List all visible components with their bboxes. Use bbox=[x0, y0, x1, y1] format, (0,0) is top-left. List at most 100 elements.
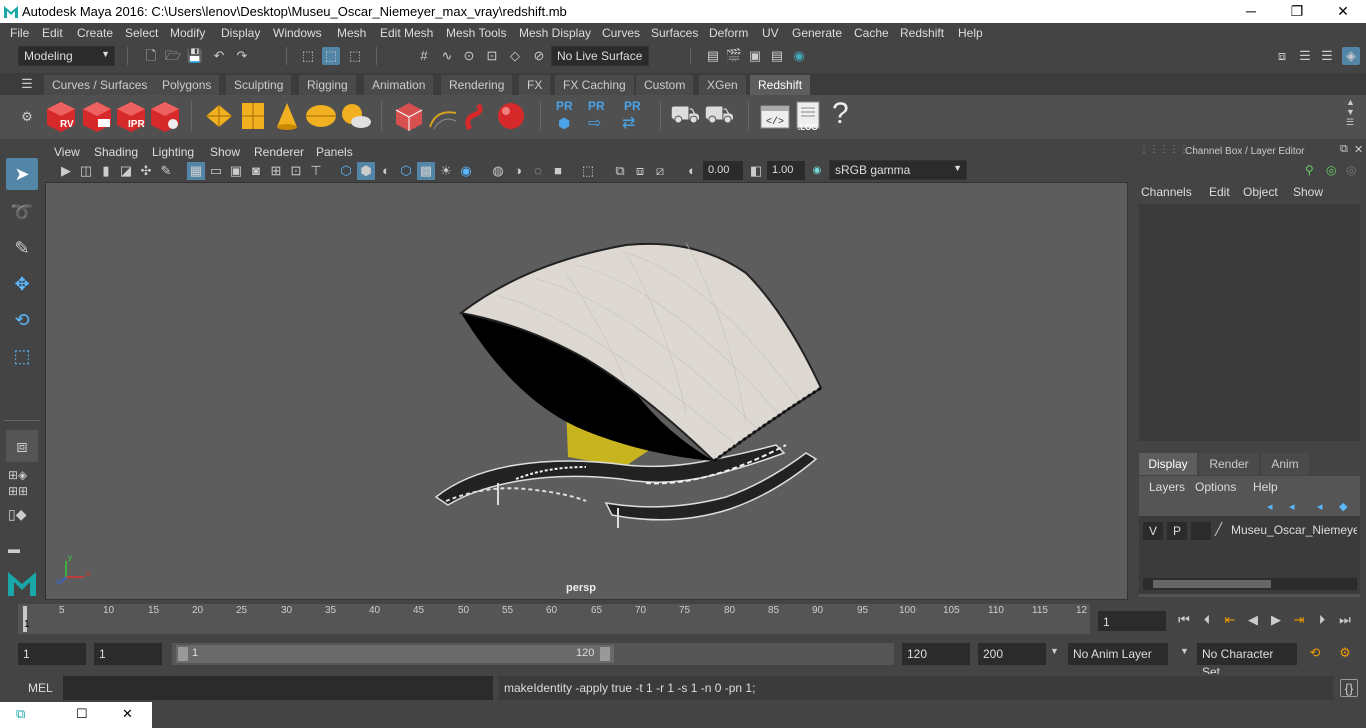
minimized-window[interactable]: ⧉ ☐ ✕ bbox=[0, 702, 152, 728]
four-view-layout-icon[interactable]: ⊞◈ bbox=[8, 468, 27, 482]
perspective-viewport[interactable]: y x z persp bbox=[45, 182, 1128, 600]
textured-icon[interactable]: ▩ bbox=[417, 162, 435, 180]
wireframe-icon[interactable]: ⬡ bbox=[337, 162, 355, 180]
tab-fx[interactable]: FX bbox=[519, 75, 552, 95]
scene-model[interactable] bbox=[46, 183, 1129, 601]
float-panel-icon[interactable]: ⧉ bbox=[1340, 143, 1348, 156]
chevron-down-icon[interactable]: ▼ bbox=[1180, 646, 1189, 656]
proxy-import-icon[interactable]: ⇨ bbox=[588, 113, 601, 133]
play-forwards-icon[interactable]: ▶ bbox=[1267, 611, 1285, 629]
tab-rigging[interactable]: Rigging bbox=[299, 75, 357, 95]
shadows-icon[interactable]: ◉ bbox=[457, 162, 475, 180]
tab-sculpting[interactable]: Sculpting bbox=[226, 75, 293, 95]
layer-playback-toggle[interactable]: P bbox=[1167, 522, 1187, 540]
two-view-layout-icon[interactable]: ⊞⊞ bbox=[8, 484, 28, 498]
wireframe-on-shaded-icon[interactable]: ◐ bbox=[377, 162, 395, 180]
menu-deform[interactable]: Deform bbox=[709, 26, 748, 40]
channel-box-toggle-icon[interactable]: ◎ bbox=[1326, 163, 1336, 177]
proxy-swap-icon[interactable]: ⇄ bbox=[622, 113, 635, 133]
tab-rendering[interactable]: Rendering bbox=[441, 75, 514, 95]
view-transform-selector[interactable]: sRGB gamma ▼ bbox=[829, 160, 967, 180]
tab-curves-surfaces[interactable]: Curves / Surfaces bbox=[44, 75, 157, 95]
antialias-icon[interactable]: ◌ bbox=[529, 162, 547, 180]
lasso-tool-icon[interactable]: ➰ bbox=[6, 196, 38, 228]
smooth-shade-icon[interactable]: ⬢ bbox=[357, 162, 375, 180]
tab-display[interactable]: Display bbox=[1139, 453, 1197, 475]
redshift-material-ball-icon[interactable] bbox=[494, 99, 528, 133]
menu-display[interactable]: Display bbox=[221, 26, 260, 40]
tab-xgen[interactable]: XGen bbox=[699, 75, 747, 95]
image-plane-icon[interactable]: ◪ bbox=[117, 162, 135, 180]
render-view-icon[interactable]: ▤ bbox=[768, 47, 786, 65]
cb-menu-edit[interactable]: Edit bbox=[1209, 185, 1230, 199]
render-frame-icon[interactable]: 🎬 bbox=[725, 47, 743, 65]
use-all-lights-icon[interactable]: ☀ bbox=[437, 162, 455, 180]
layer-type-toggle[interactable] bbox=[1191, 522, 1211, 540]
xray-joints-icon[interactable]: ⧉ bbox=[611, 162, 629, 180]
motion-blur-icon[interactable]: ◑ bbox=[509, 162, 527, 180]
redo-icon[interactable]: ↷ bbox=[233, 47, 251, 65]
range-slider-bar[interactable]: 1 120 bbox=[176, 645, 614, 663]
make-live-icon[interactable]: ⊘ bbox=[530, 47, 548, 65]
menu-surfaces[interactable]: Surfaces bbox=[651, 26, 698, 40]
safe-action-icon[interactable]: ⊡ bbox=[287, 162, 305, 180]
current-frame-field[interactable]: 1 bbox=[1098, 611, 1166, 631]
snap-projected-icon[interactable]: ⊡ bbox=[483, 47, 501, 65]
backface-icon[interactable]: ⧄ bbox=[651, 162, 669, 180]
channel-box-mute-icon[interactable]: ◎ bbox=[1346, 163, 1356, 177]
single-perspective-layout-icon[interactable]: ⧈ bbox=[6, 430, 38, 462]
menu-uv[interactable]: UV bbox=[762, 26, 779, 40]
attribute-editor-icon[interactable]: ☰ bbox=[1296, 47, 1314, 65]
render-settings-icon[interactable]: ▤ bbox=[704, 47, 722, 65]
step-forward-frame-icon[interactable]: ⏵ bbox=[1313, 611, 1331, 629]
step-back-frame-icon[interactable]: ⏴ bbox=[1198, 611, 1216, 629]
menu-select[interactable]: Select bbox=[125, 26, 158, 40]
menu-mesh-display[interactable]: Mesh Display bbox=[519, 26, 591, 40]
snap-view-plane-icon[interactable]: ◇ bbox=[506, 47, 524, 65]
menu-curves[interactable]: Curves bbox=[602, 26, 640, 40]
panel-menu-view[interactable]: View bbox=[54, 145, 80, 159]
snap-grid-icon[interactable]: # bbox=[415, 47, 433, 65]
menu-modify[interactable]: Modify bbox=[170, 26, 205, 40]
move-layer-up-icon[interactable]: ◂ bbox=[1267, 500, 1273, 513]
redshift-ies-light-icon[interactable] bbox=[270, 99, 304, 133]
scale-tool-icon[interactable]: ⬚ bbox=[6, 340, 38, 372]
camera-attributes-icon[interactable]: ◫ bbox=[77, 162, 95, 180]
menu-windows[interactable]: Windows bbox=[273, 26, 322, 40]
new-layer-selected-icon[interactable]: ◆ bbox=[1339, 500, 1347, 513]
undo-icon[interactable]: ↶ bbox=[210, 47, 228, 65]
panel-menu-show[interactable]: Show bbox=[210, 145, 240, 159]
tool-settings-icon[interactable]: ☰ bbox=[1318, 47, 1336, 65]
modeling-toolkit-icon[interactable]: ⧈ bbox=[1273, 47, 1291, 65]
maximize-button[interactable]: ❐ bbox=[1274, 0, 1320, 23]
minimize-button[interactable]: ─ bbox=[1228, 0, 1274, 23]
tab-polygons[interactable]: Polygons bbox=[154, 75, 221, 95]
time-slider[interactable]: 1 5 10 15 20 25 30 35 40 45 50 55 60 65 … bbox=[0, 602, 1366, 636]
redshift-help-icon[interactable]: ? bbox=[832, 97, 849, 131]
layer-scrollbar[interactable] bbox=[1143, 578, 1357, 590]
outliner-layout-icon[interactable]: ▯◆ bbox=[8, 506, 26, 523]
playback-end-field[interactable]: 120 bbox=[902, 643, 970, 665]
cb-menu-show[interactable]: Show bbox=[1293, 185, 1323, 199]
animation-start-field[interactable]: 1 bbox=[18, 643, 86, 665]
restore-icon[interactable]: ☐ bbox=[76, 706, 88, 722]
redshift-portal-light-icon[interactable] bbox=[236, 99, 270, 133]
field-chart-icon[interactable]: ⊞ bbox=[267, 162, 285, 180]
redshift-bake-set-icon[interactable]: ⛟ bbox=[704, 101, 734, 131]
ambient-occlusion-icon[interactable]: ◍ bbox=[489, 162, 507, 180]
redshift-settings-icon[interactable] bbox=[148, 99, 182, 133]
animation-prefs-icon[interactable]: ⚙ bbox=[1336, 644, 1354, 662]
tab-redshift[interactable]: Redshift bbox=[750, 75, 812, 95]
gamma-icon[interactable]: ◧ bbox=[747, 162, 765, 180]
new-empty-layer-icon[interactable]: ◂ bbox=[1317, 500, 1323, 513]
layer-color-icon[interactable]: ╱ bbox=[1215, 522, 1231, 540]
redshift-bake-icon[interactable]: ⛟ bbox=[670, 101, 700, 131]
panel-menu-shading[interactable]: Shading bbox=[94, 145, 138, 159]
close-window-button[interactable]: ✕ bbox=[1320, 0, 1366, 23]
playback-start-field[interactable]: 1 bbox=[94, 643, 162, 665]
resolution-gate-icon[interactable]: ▣ bbox=[227, 162, 245, 180]
redshift-render-sequence-icon[interactable] bbox=[80, 99, 114, 133]
script-language-label[interactable]: MEL bbox=[28, 681, 53, 695]
film-gate-icon[interactable]: ▭ bbox=[207, 162, 225, 180]
auto-key-icon[interactable]: ⟲ bbox=[1306, 644, 1324, 662]
